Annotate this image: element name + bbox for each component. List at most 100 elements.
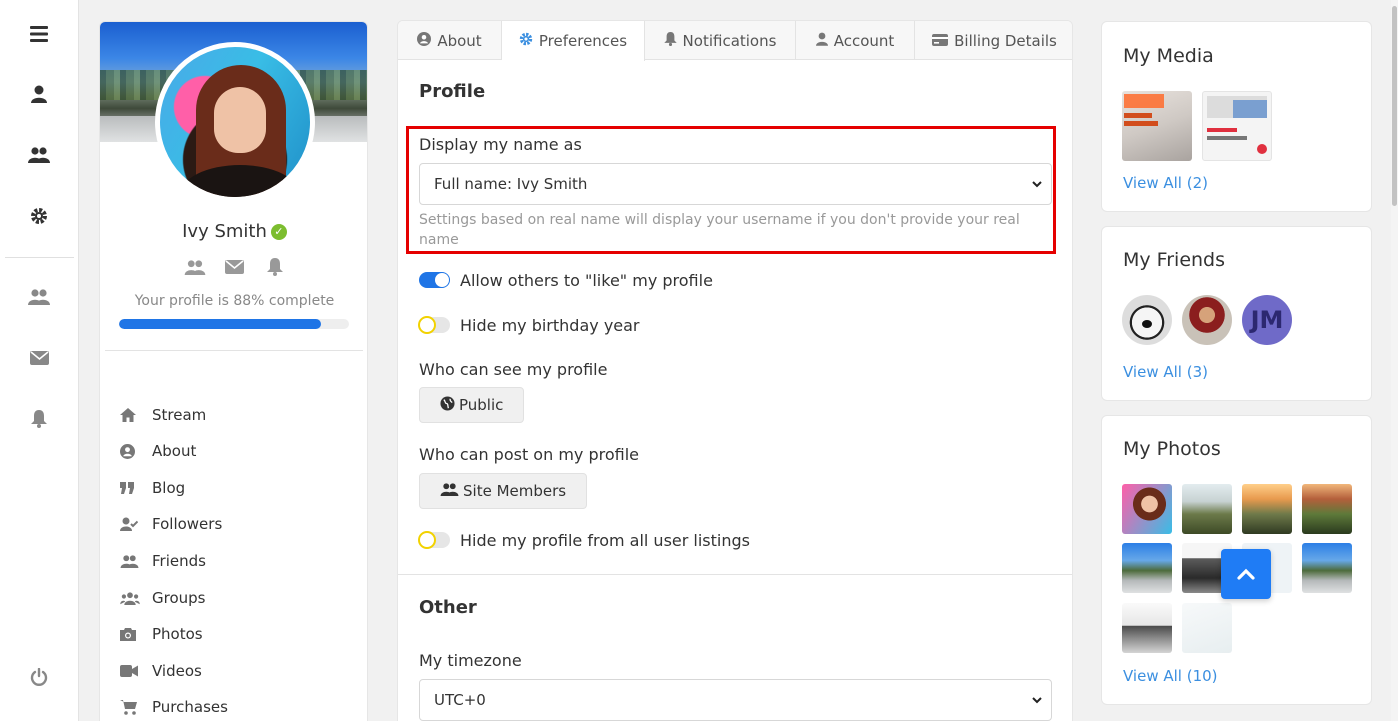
- bell-icon[interactable]: [264, 257, 286, 277]
- profile-completion-bar: [119, 319, 349, 329]
- nav-item-label: About: [152, 442, 197, 460]
- my-friends-view-all-link[interactable]: View All (3): [1123, 363, 1208, 381]
- who-see-button[interactable]: Public: [419, 387, 525, 423]
- profile-name-text: Ivy Smith: [182, 221, 267, 242]
- section-title-profile: Profile: [419, 81, 486, 102]
- my-media-view-all-link[interactable]: View All (2): [1123, 174, 1208, 192]
- nav-item-label: Purchases: [152, 698, 228, 716]
- tab-bar: About Preferences Notifications Account …: [398, 21, 1072, 61]
- chevron-down-icon: [1031, 177, 1043, 195]
- home-icon: [120, 408, 152, 422]
- my-media-widget: My Media View All (2): [1101, 21, 1372, 212]
- nav-item-stream[interactable]: Stream: [120, 402, 340, 428]
- nav-item-label: Blog: [152, 479, 186, 497]
- bell-icon[interactable]: [25, 405, 53, 433]
- users-icon: [120, 554, 152, 568]
- photo-thumbnail[interactable]: [1182, 484, 1232, 534]
- tab-label: Preferences: [538, 32, 628, 50]
- nav-item-photos[interactable]: Photos: [120, 621, 340, 647]
- section-title-other: Other: [419, 597, 477, 618]
- media-thumbnail[interactable]: [1202, 91, 1272, 161]
- tab-billing-details[interactable]: Billing Details: [915, 21, 1072, 60]
- camera-icon: [120, 627, 152, 641]
- globe-icon: [440, 395, 455, 415]
- user-circle-icon: [417, 31, 432, 50]
- nav-item-label: Groups: [152, 589, 206, 607]
- hide-listing-label: Hide my profile from all user listings: [460, 530, 750, 550]
- photo-thumbnail[interactable]: [1302, 543, 1352, 593]
- nav-item-groups[interactable]: Groups: [120, 585, 340, 611]
- page-scrollbar[interactable]: [1391, 0, 1398, 721]
- user-icon[interactable]: [25, 80, 53, 108]
- my-friends-title: My Friends: [1123, 249, 1226, 271]
- avatar[interactable]: [155, 42, 315, 202]
- nav-item-label: Videos: [152, 662, 202, 680]
- timezone-label: My timezone: [419, 651, 522, 670]
- envelope-icon[interactable]: [224, 257, 246, 277]
- groups-icon: [120, 591, 152, 605]
- nav-item-followers[interactable]: Followers: [120, 511, 340, 537]
- my-media-title: My Media: [1123, 45, 1214, 67]
- hide-listing-row: Hide my profile from all user listings: [418, 529, 750, 551]
- gear-icon[interactable]: [25, 202, 53, 230]
- tab-label: Billing Details: [954, 31, 1057, 50]
- allow-like-toggle[interactable]: [419, 272, 450, 288]
- nav-item-label: Friends: [152, 552, 206, 570]
- gear-icon: [519, 32, 533, 50]
- power-icon[interactable]: [25, 663, 53, 691]
- user-check-icon: [120, 517, 152, 531]
- photo-thumbnail[interactable]: [1242, 484, 1292, 534]
- nav-item-about[interactable]: About: [120, 438, 340, 464]
- display-name-select[interactable]: Full name: Ivy Smith: [419, 163, 1052, 205]
- nav-item-blog[interactable]: Blog: [120, 475, 340, 501]
- hide-birthday-label: Hide my birthday year: [460, 315, 640, 335]
- cart-icon: [120, 699, 152, 715]
- friends-icon[interactable]: [25, 283, 53, 311]
- friends-icon[interactable]: [184, 257, 206, 277]
- friend-avatar[interactable]: [1122, 295, 1172, 345]
- tab-notifications[interactable]: Notifications: [645, 21, 796, 60]
- media-thumbnail[interactable]: [1122, 91, 1192, 161]
- left-rail: [0, 0, 79, 721]
- photo-thumbnail[interactable]: [1122, 603, 1172, 653]
- nav-item-friends[interactable]: Friends: [120, 548, 340, 574]
- my-friends-widget: My Friends JM View All (3): [1101, 226, 1372, 401]
- profile-name: Ivy Smith ✓: [100, 221, 367, 242]
- envelope-icon[interactable]: [25, 344, 53, 372]
- photo-thumbnail[interactable]: [1122, 484, 1172, 534]
- friend-initials: JM: [1250, 306, 1284, 334]
- photo-thumbnail[interactable]: [1302, 484, 1352, 534]
- nav-item-videos[interactable]: Videos: [120, 658, 340, 684]
- tab-account[interactable]: Account: [796, 21, 915, 60]
- my-photos-title: My Photos: [1123, 438, 1221, 460]
- hide-birthday-row: Hide my birthday year: [418, 314, 640, 336]
- user-circle-icon: [120, 443, 152, 459]
- scroll-to-top-button[interactable]: [1221, 549, 1271, 599]
- allow-like-label: Allow others to "like" my profile: [460, 270, 713, 290]
- tab-about[interactable]: About: [398, 21, 502, 60]
- tab-preferences[interactable]: Preferences: [502, 21, 645, 61]
- friend-avatar[interactable]: [1182, 295, 1232, 345]
- who-post-button[interactable]: Site Members: [419, 473, 588, 509]
- friend-avatar[interactable]: JM: [1242, 295, 1292, 345]
- tab-label: Account: [833, 31, 895, 50]
- nav-item-purchases[interactable]: Purchases: [120, 694, 340, 720]
- menu-icon[interactable]: [25, 20, 53, 48]
- chevron-down-icon: [1031, 693, 1043, 711]
- nav-item-label: Followers: [152, 515, 223, 533]
- hide-birthday-toggle[interactable]: [418, 316, 450, 334]
- display-name-value: Full name: Ivy Smith: [434, 175, 588, 193]
- scrollbar-thumb[interactable]: [1392, 6, 1397, 206]
- hide-listing-toggle[interactable]: [418, 531, 450, 549]
- preferences-panel: About Preferences Notifications Account …: [397, 20, 1073, 721]
- photo-thumbnail[interactable]: [1182, 603, 1232, 653]
- section-divider: [398, 574, 1072, 575]
- users-icon: [440, 482, 459, 500]
- credit-card-icon: [932, 32, 949, 50]
- nav-item-label: Stream: [152, 406, 207, 424]
- timezone-select[interactable]: UTC+0: [419, 679, 1052, 721]
- users-icon[interactable]: [25, 141, 53, 169]
- who-see-label: Who can see my profile: [419, 360, 608, 379]
- my-photos-view-all-link[interactable]: View All (10): [1123, 667, 1218, 685]
- photo-thumbnail[interactable]: [1122, 543, 1172, 593]
